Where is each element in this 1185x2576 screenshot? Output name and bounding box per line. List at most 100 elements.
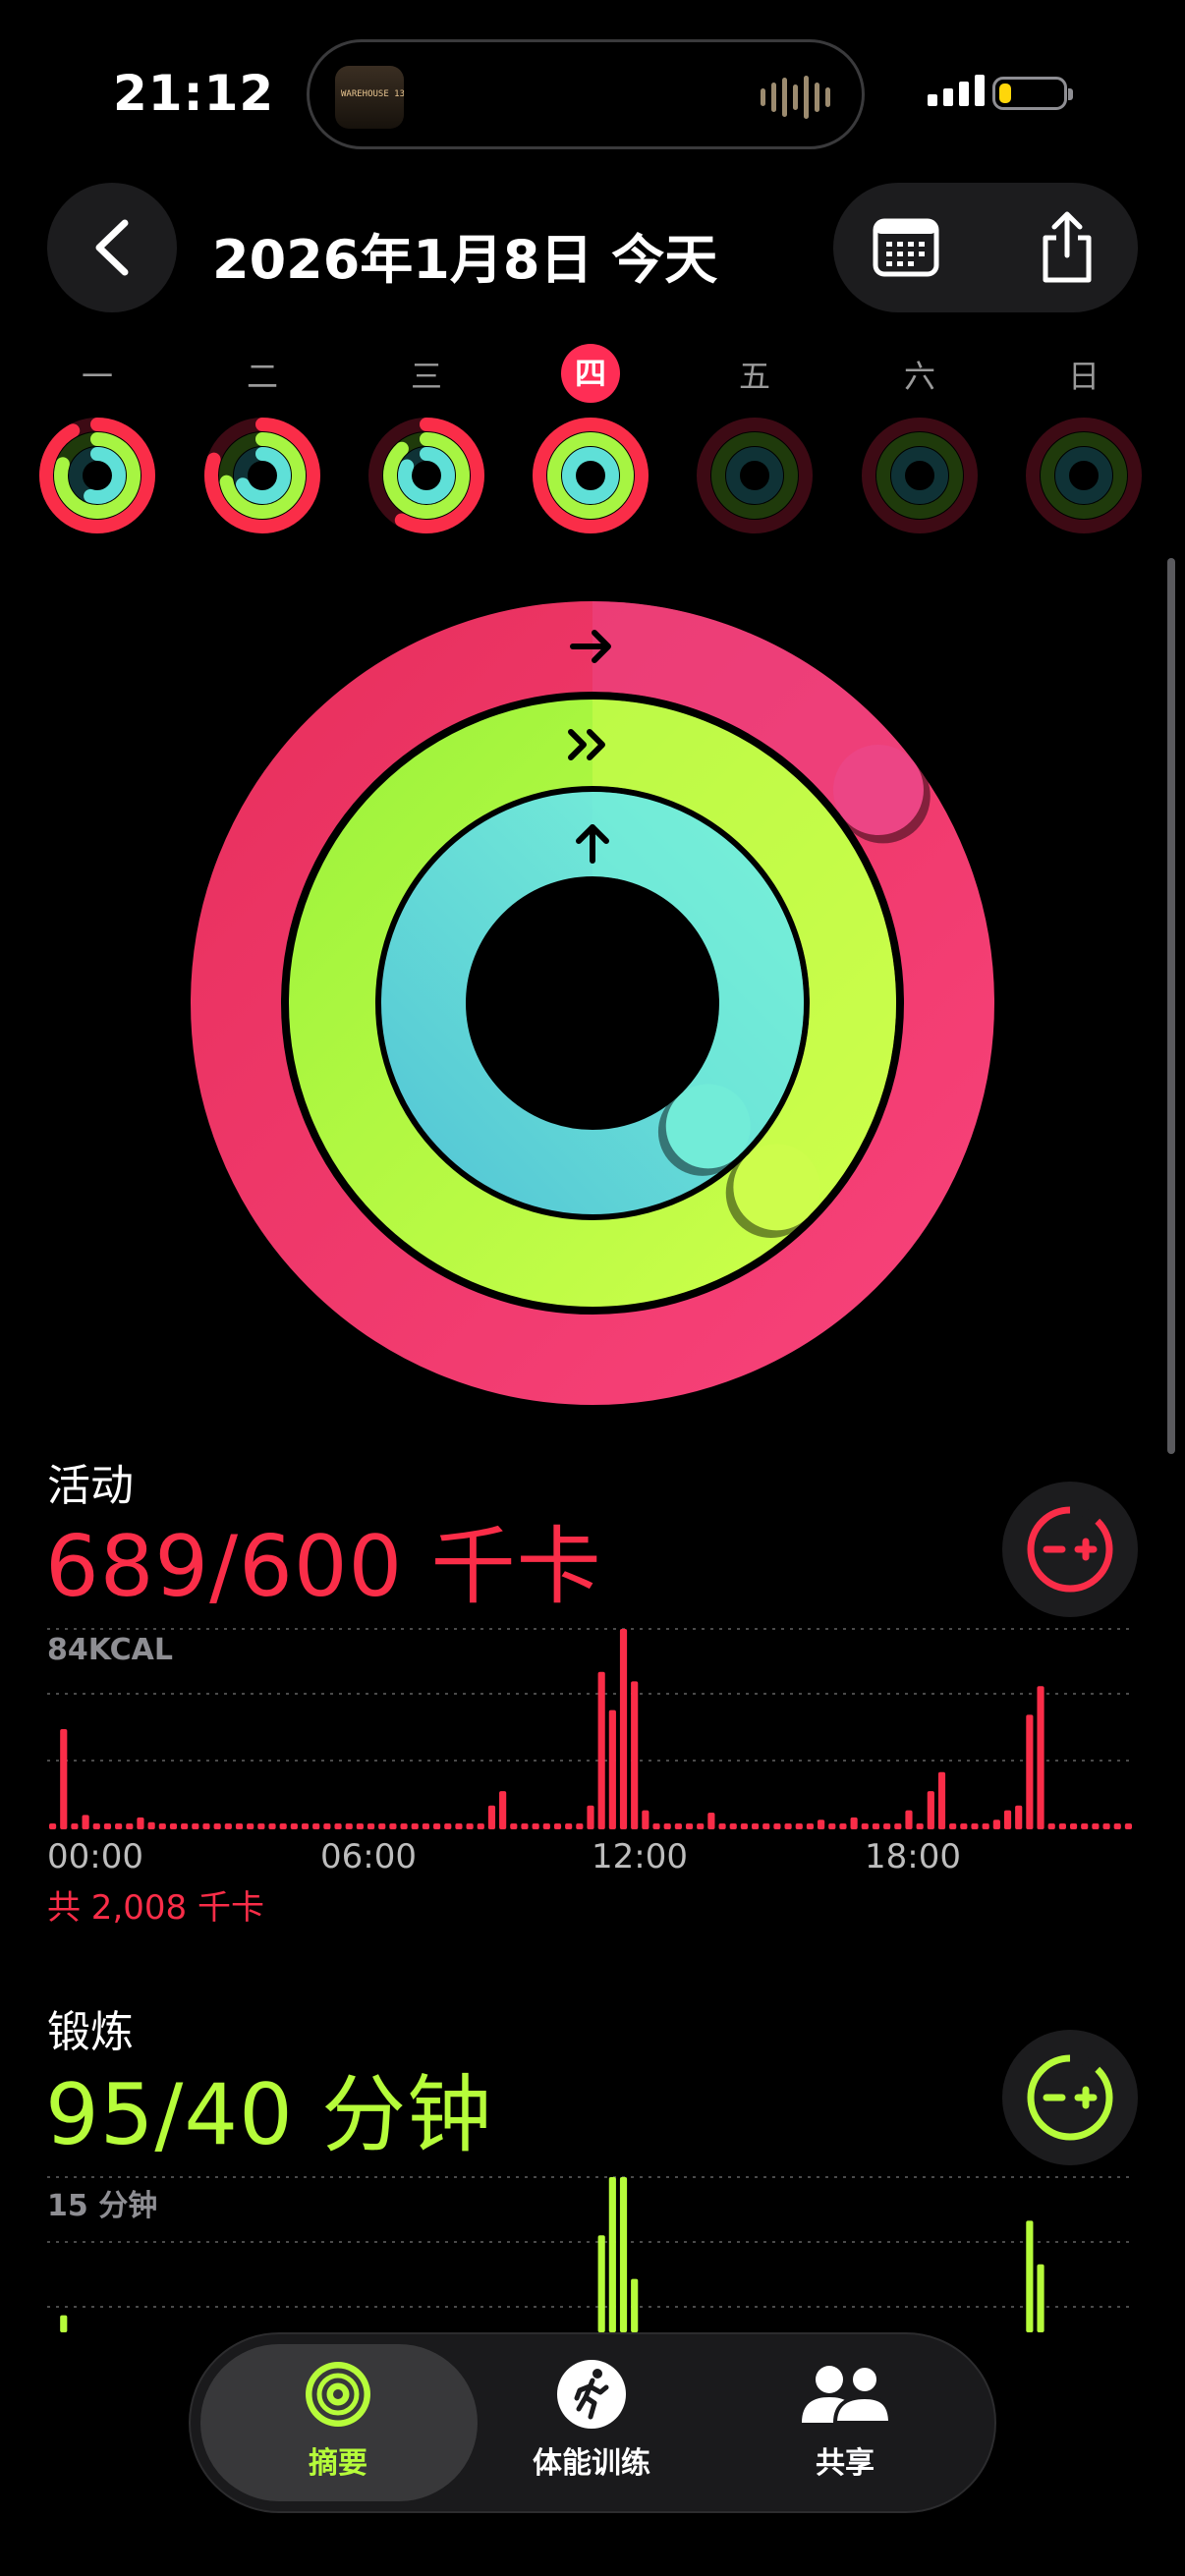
tab-workouts-label: 体能训练 bbox=[533, 2446, 650, 2481]
calendar-button[interactable] bbox=[867, 208, 945, 287]
move-hourly-chart bbox=[47, 1628, 1134, 1829]
ring-overlap-arc-2 bbox=[592, 792, 804, 1157]
hour-bar bbox=[674, 1823, 682, 1829]
hour-bar bbox=[894, 1823, 902, 1829]
hour-bar bbox=[235, 1823, 244, 1829]
hour-label-6: 06:00 bbox=[320, 1837, 417, 1876]
hour-bar bbox=[60, 1729, 68, 1829]
scrollbar[interactable] bbox=[1167, 558, 1175, 1454]
hour-label-18: 18:00 bbox=[865, 1837, 961, 1876]
hour-bar bbox=[850, 1817, 858, 1829]
hour-bar bbox=[147, 1821, 155, 1829]
hour-bar bbox=[960, 1823, 968, 1829]
day-label-4: 五 bbox=[738, 358, 770, 395]
day-rings-0[interactable] bbox=[36, 415, 158, 536]
hour-bar bbox=[510, 1823, 518, 1829]
hour-bar bbox=[477, 1823, 484, 1829]
hour-bar bbox=[169, 1823, 178, 1829]
minus-plus-ring-icon bbox=[1027, 1505, 1113, 1593]
hour-bar bbox=[103, 1823, 112, 1829]
hour-bar bbox=[356, 1823, 364, 1829]
hour-label-12: 12:00 bbox=[592, 1837, 688, 1876]
hour-bar bbox=[312, 1823, 320, 1829]
hour-bar bbox=[992, 1820, 1000, 1829]
day-rings-3[interactable] bbox=[530, 415, 651, 536]
running-figure-icon bbox=[557, 2360, 626, 2429]
hour-bar bbox=[971, 1823, 979, 1829]
move-adjust-button[interactable] bbox=[1002, 1482, 1138, 1617]
activity-rings[interactable] bbox=[187, 597, 998, 1409]
hour-bar bbox=[839, 1823, 847, 1829]
exercise-hourly-chart bbox=[47, 2176, 1134, 2332]
dynamic-island[interactable]: WAREHOUSE 13 bbox=[307, 39, 865, 149]
hour-bar bbox=[565, 1823, 573, 1829]
hour-bar bbox=[126, 1823, 134, 1829]
artwork-caption: WAREHOUSE 13 bbox=[341, 89, 404, 99]
hour-bar bbox=[916, 1823, 924, 1829]
hour-bar bbox=[444, 1823, 452, 1829]
day-rings-2[interactable] bbox=[366, 415, 487, 536]
hour-bar bbox=[542, 1823, 550, 1829]
hour-bar bbox=[1037, 1686, 1044, 1829]
hour-bar bbox=[927, 1791, 934, 1829]
hour-bar bbox=[389, 1823, 397, 1829]
hour-bar bbox=[367, 1823, 375, 1829]
hour-bar bbox=[279, 1823, 287, 1829]
day-label-2: 三 bbox=[410, 358, 442, 395]
hour-bar bbox=[268, 1823, 276, 1829]
hour-bar bbox=[718, 1823, 726, 1829]
hour-bar bbox=[487, 1805, 496, 1829]
hour-bar bbox=[202, 1823, 210, 1829]
hour-bar bbox=[92, 1823, 100, 1829]
hour-bar bbox=[1069, 1823, 1078, 1829]
day-rings-5[interactable] bbox=[859, 415, 981, 536]
hour-bar bbox=[1003, 1810, 1012, 1829]
tab-sharing-label: 共享 bbox=[816, 2446, 875, 2481]
hour-bar bbox=[466, 1823, 474, 1829]
hour-bar bbox=[158, 1823, 166, 1829]
hour-bar bbox=[619, 2177, 628, 2332]
back-button[interactable] bbox=[47, 183, 177, 312]
day-label-3: 四 bbox=[561, 344, 620, 403]
hour-bar bbox=[290, 1823, 298, 1829]
hour-bar bbox=[1015, 1805, 1023, 1829]
day-rings-6[interactable] bbox=[1023, 415, 1145, 536]
hour-bar bbox=[652, 1823, 660, 1829]
share-button[interactable] bbox=[1028, 208, 1106, 287]
hour-bar bbox=[740, 1823, 748, 1829]
tab-workouts[interactable]: 体能训练 bbox=[464, 2358, 719, 2495]
hour-bar bbox=[1047, 1823, 1055, 1829]
hour-bar bbox=[597, 2235, 605, 2332]
share-icon bbox=[1043, 211, 1092, 283]
hour-bar bbox=[751, 1823, 760, 1829]
hour-bar bbox=[828, 1823, 836, 1829]
hour-bar bbox=[181, 1823, 189, 1829]
tab-summary[interactable]: 摘要 bbox=[210, 2358, 466, 2495]
hour-bar bbox=[1026, 1714, 1034, 1829]
hour-bar bbox=[576, 1823, 584, 1829]
hour-bar bbox=[323, 1823, 331, 1829]
day-label-5: 六 bbox=[903, 358, 935, 395]
now-playing-artwork: WAREHOUSE 13 bbox=[335, 66, 404, 129]
hour-bar bbox=[257, 1823, 265, 1829]
day-label-6: 日 bbox=[1067, 358, 1100, 395]
day-rings-1[interactable] bbox=[201, 415, 323, 536]
hour-bar bbox=[697, 1823, 705, 1829]
hour-bar bbox=[1037, 2264, 1044, 2332]
exercise-adjust-button[interactable] bbox=[1002, 2030, 1138, 2165]
hour-bar bbox=[247, 1823, 254, 1829]
status-time: 21:12 bbox=[113, 65, 275, 122]
tab-sharing[interactable]: 共享 bbox=[717, 2358, 973, 2495]
hour-bar bbox=[1124, 1823, 1132, 1829]
hour-bar bbox=[784, 1823, 792, 1829]
ring-cap-1 bbox=[733, 1144, 820, 1231]
day-rings-4[interactable] bbox=[694, 415, 816, 536]
hour-bar bbox=[334, 1823, 342, 1829]
minus-plus-ring-icon bbox=[1027, 2053, 1113, 2141]
header-actions bbox=[833, 183, 1138, 312]
hour-bar bbox=[872, 1823, 880, 1829]
hour-bar bbox=[795, 1823, 803, 1829]
hour-bar bbox=[301, 1823, 310, 1829]
hour-bar bbox=[883, 1823, 891, 1829]
exercise-value: 95/40 分钟 bbox=[45, 2066, 493, 2164]
